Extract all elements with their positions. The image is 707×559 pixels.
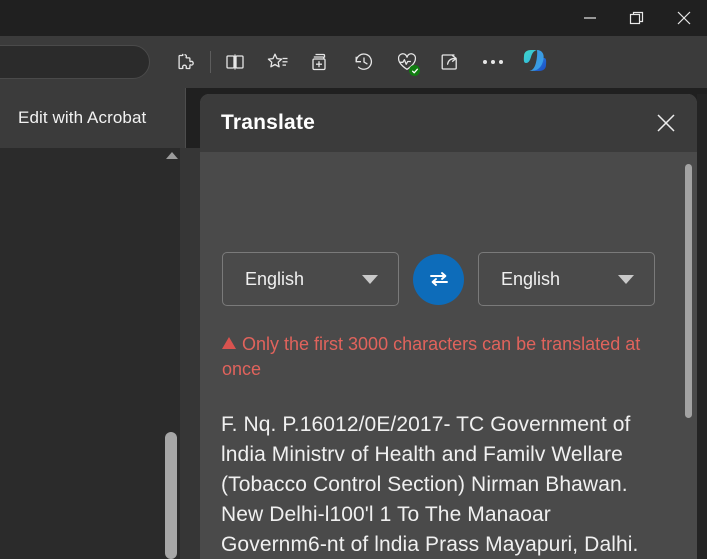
close-icon <box>677 11 690 25</box>
collections-button[interactable] <box>299 36 342 88</box>
close-button[interactable] <box>660 0 707 36</box>
title-bar <box>0 0 707 36</box>
target-language-select[interactable]: English <box>478 252 655 306</box>
swap-languages-button[interactable] <box>413 253 464 305</box>
essentials-status-badge <box>409 65 420 76</box>
swap-arrows-icon <box>429 272 448 286</box>
favorites-button[interactable] <box>256 36 299 88</box>
page-scrollbar-thumb[interactable] <box>165 432 177 559</box>
panel-right-edge <box>697 94 707 559</box>
close-icon <box>657 114 675 132</box>
source-language-label: English <box>245 268 305 289</box>
share-button[interactable] <box>428 36 471 88</box>
browser-essentials-button[interactable] <box>385 36 428 88</box>
extensions-button[interactable] <box>165 36 208 88</box>
translate-panel-header: Translate <box>200 94 697 152</box>
translate-panel-body: English English Only the first 3000 char… <box>200 152 697 559</box>
checkmark-icon <box>411 68 418 73</box>
translate-panel: Translate English English Only the first… <box>200 94 697 559</box>
copilot-icon <box>517 43 555 81</box>
puzzle-piece-icon <box>177 53 194 70</box>
star-list-icon <box>267 53 287 68</box>
restore-button[interactable] <box>613 0 660 36</box>
minimize-button[interactable] <box>566 0 613 36</box>
history-clock-icon <box>355 53 372 70</box>
panel-scrollbar-thumb[interactable] <box>685 164 692 418</box>
target-language-label: English <box>501 268 561 289</box>
window-controls <box>566 0 707 36</box>
character-limit-warning-text: Only the first 3000 characters can be tr… <box>222 334 641 379</box>
restore-icon <box>629 11 643 25</box>
settings-and-more-button[interactable] <box>471 36 514 88</box>
panel-close-button[interactable] <box>651 108 681 138</box>
minimize-icon <box>583 17 596 19</box>
translated-text-output: F. Nq. P.16012/0E/2017- TC Government of… <box>221 413 639 556</box>
address-bar[interactable] <box>0 45 150 79</box>
panel-title: Translate <box>221 111 316 134</box>
ellipsis-icon <box>482 60 503 64</box>
page-gutter <box>180 148 200 559</box>
chevron-down-icon <box>362 274 378 284</box>
split-screen-button[interactable] <box>213 36 256 88</box>
share-icon <box>441 54 457 70</box>
warning-triangle-icon <box>222 337 236 349</box>
chevron-down-icon <box>618 274 634 284</box>
source-language-select[interactable]: English <box>222 252 399 306</box>
copilot-button[interactable] <box>514 36 557 88</box>
page-content-area <box>0 148 185 559</box>
scroll-up-arrow-icon[interactable] <box>166 152 178 159</box>
history-button[interactable] <box>342 36 385 88</box>
character-limit-warning: Only the first 3000 characters can be tr… <box>222 332 652 382</box>
edit-with-acrobat-bar[interactable]: Edit with Acrobat <box>0 88 186 149</box>
split-screen-icon <box>225 54 244 70</box>
toolbar-separator <box>210 51 211 73</box>
browser-window: Edit with Acrobat Translate English Engl… <box>0 0 707 559</box>
edit-with-acrobat-label: Edit with Acrobat <box>18 108 147 127</box>
language-selector-row: English English <box>222 252 655 306</box>
toolbar-icons <box>165 36 557 88</box>
collections-add-icon <box>311 53 326 71</box>
